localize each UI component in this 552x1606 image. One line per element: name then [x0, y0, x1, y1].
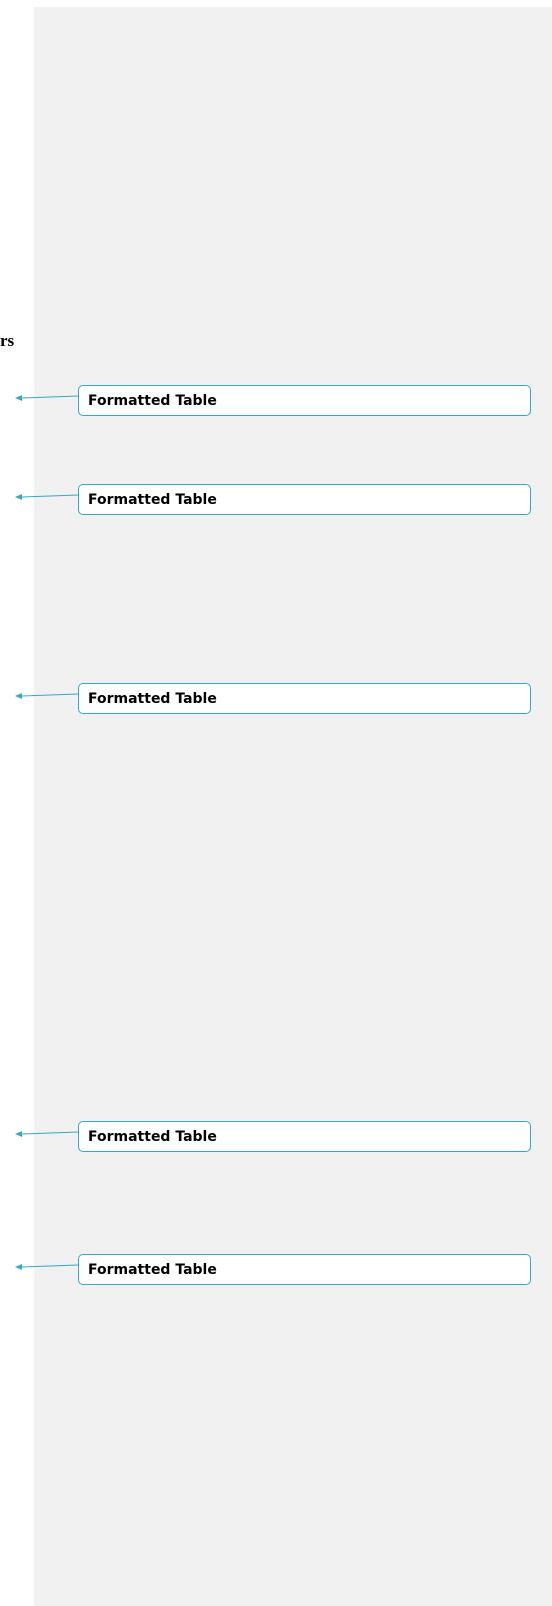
comment-balloon-label: Formatted Table	[88, 393, 217, 409]
comment-balloon-formatted-table[interactable]: Formatted Table	[78, 1254, 531, 1285]
document-body: rs	[0, 0, 34, 1606]
document-text-fragment: rs	[0, 331, 15, 350]
comment-balloon-formatted-table[interactable]: Formatted Table	[78, 1121, 531, 1152]
comment-balloon-formatted-table[interactable]: Formatted Table	[78, 385, 531, 416]
markup-pane	[34, 7, 552, 1606]
comment-balloon-label: Formatted Table	[88, 492, 217, 508]
comment-balloon-label: Formatted Table	[88, 1262, 217, 1278]
comment-balloon-formatted-table[interactable]: Formatted Table	[78, 484, 531, 515]
comment-balloon-label: Formatted Table	[88, 691, 217, 707]
comment-balloon-label: Formatted Table	[88, 1129, 217, 1145]
comment-balloon-formatted-table[interactable]: Formatted Table	[78, 683, 531, 714]
